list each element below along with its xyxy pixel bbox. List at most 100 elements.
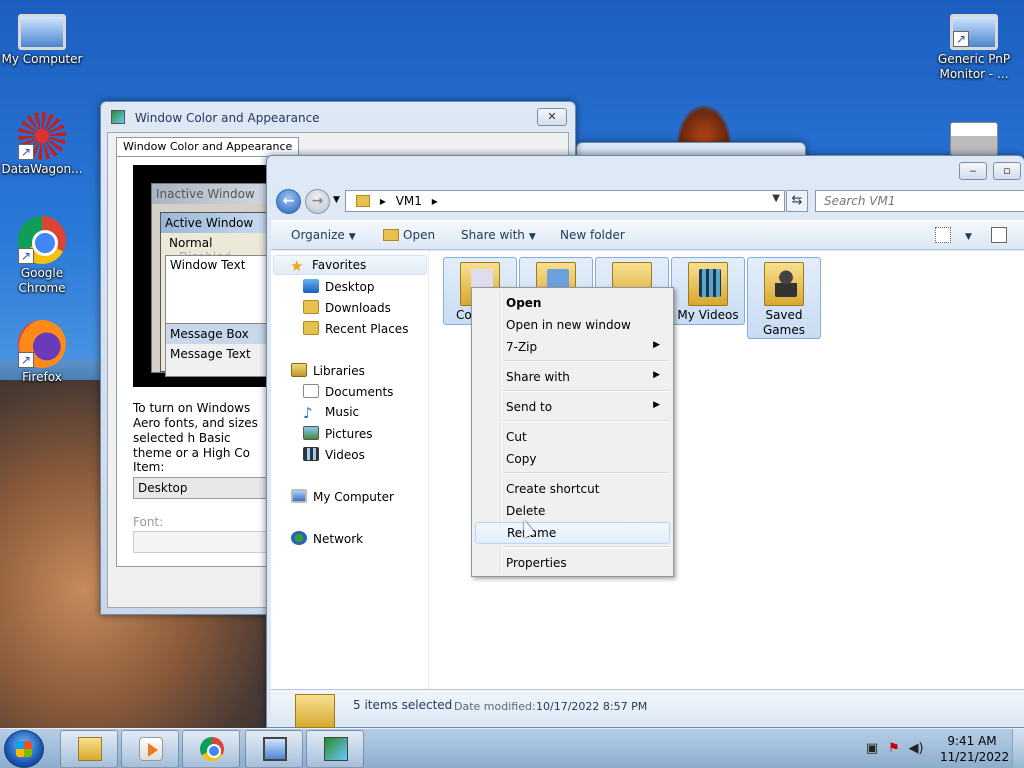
nav-downloads[interactable]: Downloads	[303, 300, 391, 315]
desktop-icon-datawagon[interactable]: ↗ DataWagon...	[0, 112, 84, 177]
nav-favorites[interactable]: ★ Favorites	[273, 255, 427, 275]
address-bar[interactable]: ▸ VM1 ▸ ▼	[345, 190, 785, 212]
recent-pages-dropdown[interactable]: ▼	[333, 195, 340, 205]
address-dropdown[interactable]: ▼	[772, 193, 780, 204]
explorer-titlebar[interactable]: ‒ ▫	[267, 156, 1024, 186]
maximize-button[interactable]: ▫	[993, 162, 1021, 180]
nav-libraries-label: Libraries	[313, 364, 365, 378]
preview-message-box-title: Message Box	[166, 324, 276, 344]
aero-description: To turn on Windows Aero fonts, and sizes…	[133, 401, 258, 460]
desktop-icon-google-chrome[interactable]: ↗ Google Chrome	[0, 216, 84, 296]
start-button[interactable]	[4, 730, 44, 768]
nav-pictures[interactable]: Pictures	[303, 426, 373, 441]
folder-item-my-videos[interactable]: My Videos	[671, 257, 745, 325]
menu-item-create-shortcut[interactable]: Create shortcut	[475, 478, 670, 500]
desktop-icon-generic-monitor[interactable]: ↗ Generic PnP Monitor - ...	[932, 8, 1016, 82]
nav-desktop[interactable]: Desktop	[303, 279, 375, 294]
nav-network[interactable]: Network	[291, 531, 363, 546]
menu-item-open[interactable]: Open	[475, 292, 670, 314]
taskbar-chrome-button[interactable]	[182, 730, 240, 768]
nav-videos[interactable]: Videos	[303, 447, 365, 462]
window-color-icon	[324, 737, 348, 761]
menu-item-7zip[interactable]: 7-Zip ▶	[475, 336, 670, 358]
desktop-icon-printer[interactable]	[932, 112, 1016, 158]
breadcrumb-separator[interactable]: ▸	[380, 194, 386, 208]
star-icon: ★	[290, 257, 304, 275]
back-button[interactable]: ←	[276, 189, 301, 214]
downloads-icon	[303, 300, 319, 314]
chrome-icon: ↗	[18, 216, 66, 264]
action-center-icon[interactable]: ⚑	[886, 741, 902, 757]
appearance-preview[interactable]: Inactive Window Active Window Normal Dis…	[133, 165, 285, 387]
taskbar-media-player-button[interactable]	[121, 730, 179, 768]
menu-item-copy[interactable]: Copy	[475, 448, 670, 470]
menu-item-delete[interactable]: Delete	[475, 500, 670, 522]
menu-item-label: Open	[506, 296, 542, 310]
desktop-icon-firefox[interactable]: ↗ Firefox	[0, 320, 84, 385]
nav-pictures-label: Pictures	[325, 427, 373, 441]
dialog-close-button[interactable]: ✕	[537, 108, 567, 126]
minimize-button[interactable]: ‒	[959, 162, 987, 180]
menu-separator	[503, 420, 669, 422]
network-icon	[291, 531, 307, 545]
menu-item-open-new-window[interactable]: Open in new window	[475, 314, 670, 336]
refresh-button[interactable]: ⇆	[786, 190, 808, 212]
videos-icon	[303, 447, 319, 461]
nav-my-computer[interactable]: My Computer	[291, 489, 394, 504]
submenu-arrow-icon: ▶	[653, 400, 660, 410]
nav-music[interactable]: ♪ Music	[303, 405, 359, 421]
search-input[interactable]: Search VM1	[815, 190, 1024, 212]
breadcrumb-vm1[interactable]: VM1	[396, 194, 422, 208]
new-folder-button[interactable]: New folder	[560, 228, 625, 242]
open-button[interactable]: Open	[383, 228, 435, 242]
breadcrumb-separator[interactable]: ▸	[432, 194, 438, 208]
taskbar-window-color-button[interactable]	[306, 730, 364, 768]
menu-separator	[503, 472, 669, 474]
menu-item-label: Create shortcut	[506, 482, 600, 496]
menu-item-label: Send to	[506, 400, 553, 414]
organize-label: Organize	[291, 228, 345, 242]
menu-item-share-with[interactable]: Share with ▶	[475, 366, 670, 388]
item-label: Item:	[133, 460, 165, 474]
taskbar-display-button[interactable]	[245, 730, 303, 768]
desktop-icon	[303, 279, 319, 293]
dialog-titlebar[interactable]: Window Color and Appearance ✕	[101, 102, 575, 132]
submenu-arrow-icon: ▶	[653, 340, 660, 350]
nav-documents-label: Documents	[325, 385, 394, 399]
open-folder-icon	[383, 229, 399, 241]
menu-item-label: Open in new window	[506, 318, 631, 332]
nav-recent-places[interactable]: Recent Places	[303, 321, 408, 336]
clock[interactable]: 9:41 AM 11/21/2022	[940, 733, 1009, 765]
organize-button[interactable]: Organize ▼	[291, 228, 356, 242]
share-with-button[interactable]: Share with ▼	[461, 228, 536, 242]
nav-desktop-label: Desktop	[325, 280, 375, 294]
desktop-icon-my-computer[interactable]: My Computer	[0, 8, 84, 67]
volume-icon[interactable]: ◀)	[908, 741, 924, 757]
monitor-icon: ↗	[950, 14, 998, 50]
menu-item-rename[interactable]: Rename	[475, 522, 670, 544]
item-select[interactable]: Desktop	[133, 477, 273, 499]
preview-inactive-window[interactable]: Inactive Window Active Window Normal Dis…	[151, 183, 285, 377]
change-view-icon[interactable]	[935, 227, 951, 243]
taskbar-explorer-button[interactable]	[60, 730, 118, 768]
nav-libraries[interactable]: Libraries	[291, 363, 365, 378]
font-label: Font:	[133, 515, 164, 529]
menu-item-properties[interactable]: Properties	[475, 552, 670, 574]
explorer-icon	[78, 737, 102, 761]
forward-button[interactable]: →	[305, 189, 330, 214]
datawagon-icon: ↗	[18, 112, 66, 160]
menu-item-send-to[interactable]: Send to ▶	[475, 396, 670, 418]
show-desktop-button[interactable]	[1012, 729, 1024, 768]
menu-item-label: Share with	[506, 370, 570, 384]
folder-item-saved-games[interactable]: Saved Games	[747, 257, 821, 339]
view-options-dropdown[interactable]: ▼	[961, 228, 972, 242]
navigation-pane: ★ Favorites Desktop Downloads Recent Plac…	[271, 251, 429, 689]
tab-window-color[interactable]: Window Color and Appearance	[116, 137, 300, 157]
preview-pane-icon[interactable]	[991, 227, 1007, 243]
preview-menu: Normal Disabled	[161, 233, 283, 264]
firefox-icon: ↗	[18, 320, 66, 368]
nav-documents[interactable]: Documents	[303, 384, 393, 399]
menu-item-label: 7-Zip	[506, 340, 538, 354]
menu-item-cut[interactable]: Cut	[475, 426, 670, 448]
network-tray-icon[interactable]: ▣	[864, 741, 880, 757]
